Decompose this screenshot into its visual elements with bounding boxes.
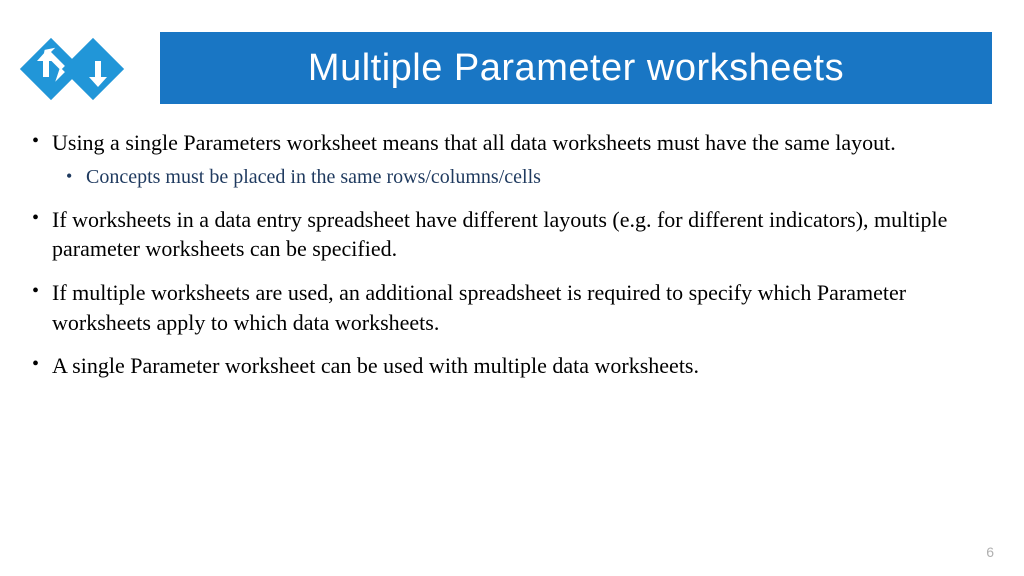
sub-bullet-text: Concepts must be placed in the same rows… (52, 164, 984, 191)
page-number: 6 (986, 544, 994, 560)
slide-title: Multiple Parameter worksheets (308, 47, 844, 90)
bullet-text: If worksheets in a data entry spreadshee… (52, 207, 947, 262)
title-banner: Multiple Parameter worksheets (160, 32, 992, 104)
bullet-text: A single Parameter worksheet can be used… (52, 353, 699, 378)
list-item: If worksheets in a data entry spreadshee… (28, 205, 984, 264)
list-item: If multiple worksheets are used, an addi… (28, 278, 984, 337)
bullet-list: Using a single Parameters worksheet mean… (28, 128, 984, 381)
bullet-text: If multiple worksheets are used, an addi… (52, 280, 906, 335)
list-item: Using a single Parameters worksheet mean… (28, 128, 984, 191)
bullet-text: Using a single Parameters worksheet mean… (52, 130, 896, 155)
list-item: A single Parameter worksheet can be used… (28, 351, 984, 381)
slide-body: Using a single Parameters worksheet mean… (28, 128, 984, 395)
arrows-logo-icon (18, 24, 138, 114)
